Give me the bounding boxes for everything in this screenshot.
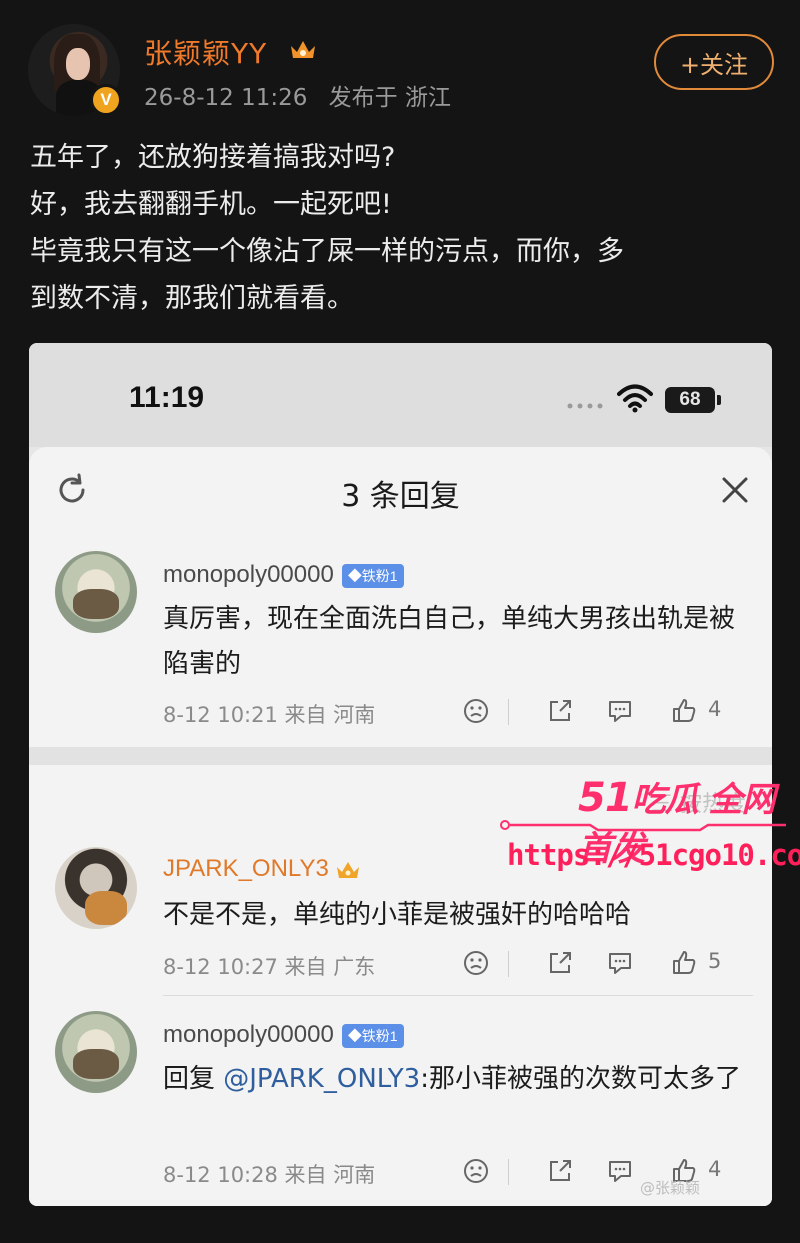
signal-icon (567, 403, 603, 409)
comment-icon[interactable] (606, 949, 634, 977)
comment-meta: 8-12 10:27 来自 广东 (163, 955, 376, 979)
comment-meta: 8-12 10:28 来自 河南 (163, 1163, 376, 1187)
commenter-username[interactable]: JPARK_ONLY3 (163, 855, 329, 882)
comment-item: monopoly00000 ◆铁粉1 回复 @JPARK_ONLY3:那小菲被强的… (29, 1011, 772, 1201)
crown-badge-icon (336, 861, 359, 878)
phone-status-bar: 11:19 68 (29, 343, 772, 447)
member-crown-icon (291, 41, 315, 58)
comment-text: 回复 @JPARK_ONLY3:那小菲被强的次数可太多了 (163, 1057, 743, 1102)
reply-prefix: 回复 (163, 1064, 224, 1094)
mention-link[interactable]: @JPARK_ONLY3 (223, 1064, 420, 1094)
dislike-face-icon[interactable] (462, 949, 490, 977)
post-line: 到数不清，那我们就看看。 (30, 283, 354, 314)
fan-badge: ◆铁粉1 (341, 1023, 404, 1048)
status-time: 11:19 (129, 381, 205, 414)
post-line: 好，我去翻翻手机。一起死吧! (30, 189, 392, 220)
share-icon[interactable] (546, 949, 574, 977)
comment-divider (163, 995, 753, 996)
author-username[interactable]: 张颖颖YY (144, 32, 267, 72)
watermark-line-icon (500, 820, 786, 832)
dislike-face-icon[interactable] (462, 1157, 490, 1185)
commenter-avatar[interactable] (55, 847, 137, 929)
like-icon[interactable] (670, 949, 698, 977)
post-line: 毕竟我只有这一个像沾了屎一样的污点，而你，多 (30, 236, 624, 267)
like-count: 4 (708, 697, 722, 721)
action-separator (508, 951, 509, 977)
battery-indicator: 68 (665, 387, 721, 413)
commenter-avatar[interactable] (55, 1011, 137, 1093)
post-location: 发布于 浙江 (328, 85, 451, 111)
dislike-face-icon[interactable] (462, 697, 490, 725)
post-timestamp: 26-8-12 11:26 (144, 85, 308, 111)
sheet-title: 3 条回复 (341, 479, 460, 514)
comment-text: 真厉害，现在全面洗白自己，单纯大男孩出轨是被陷害的 (163, 604, 736, 679)
comment-icon[interactable] (606, 697, 634, 725)
commenter-name[interactable]: JPARK_ONLY3 (163, 855, 361, 883)
comment-meta: 8-12 10:21 来自 河南 (163, 703, 376, 727)
verified-badge-icon: V (90, 84, 122, 116)
follow-button[interactable]: +关注 (654, 34, 774, 90)
comment-actions: 5 (452, 949, 752, 985)
commenter-name[interactable]: monopoly00000 ◆铁粉1 (163, 561, 404, 589)
fan-badge: ◆铁粉1 (341, 563, 404, 588)
share-icon[interactable] (546, 1157, 574, 1185)
comment-actions: 4 (452, 697, 752, 733)
post-header: V 张颖颖YY 26-8-12 11:26 发布于 浙江 +关注 (28, 24, 776, 120)
commenter-username[interactable]: monopoly00000 (163, 1021, 334, 1048)
watermark-brand-number: 51 (578, 775, 633, 821)
commenter-username[interactable]: monopoly00000 (163, 561, 334, 588)
corner-watermark: @张颖颖 (640, 1179, 701, 1197)
comment-icon[interactable] (606, 1157, 634, 1185)
post-line: 五年了，还放狗接着搞我对吗? (30, 142, 396, 173)
commenter-name[interactable]: monopoly00000 ◆铁粉1 (163, 1021, 404, 1049)
section-divider (29, 747, 772, 765)
commenter-avatar[interactable] (55, 551, 137, 633)
wifi-icon (617, 384, 653, 413)
action-separator (508, 1159, 509, 1185)
action-separator (508, 699, 509, 725)
close-icon[interactable] (720, 475, 750, 505)
share-icon[interactable] (546, 697, 574, 725)
like-icon[interactable] (670, 697, 698, 725)
reply-body: :那小菲被强的次数可太多了 (420, 1064, 741, 1094)
comment-item: monopoly00000 ◆铁粉1 真厉害，现在全面洗白自己，单纯大男孩出轨是被… (29, 551, 772, 741)
post-meta: 26-8-12 11:26 发布于 浙江 (144, 78, 465, 112)
post-body: 五年了，还放狗接着搞我对吗? 好，我去翻翻手机。一起死吧! 毕竟我只有这一个像沾… (30, 134, 770, 322)
like-count: 4 (708, 1157, 722, 1181)
watermark-url: https://51cgo10.com (507, 838, 800, 872)
like-count: 5 (708, 949, 722, 973)
comment-actions: 4 (452, 1157, 752, 1193)
comment-text: 不是不是，单纯的小菲是被强奸的哈哈哈 (163, 900, 632, 930)
